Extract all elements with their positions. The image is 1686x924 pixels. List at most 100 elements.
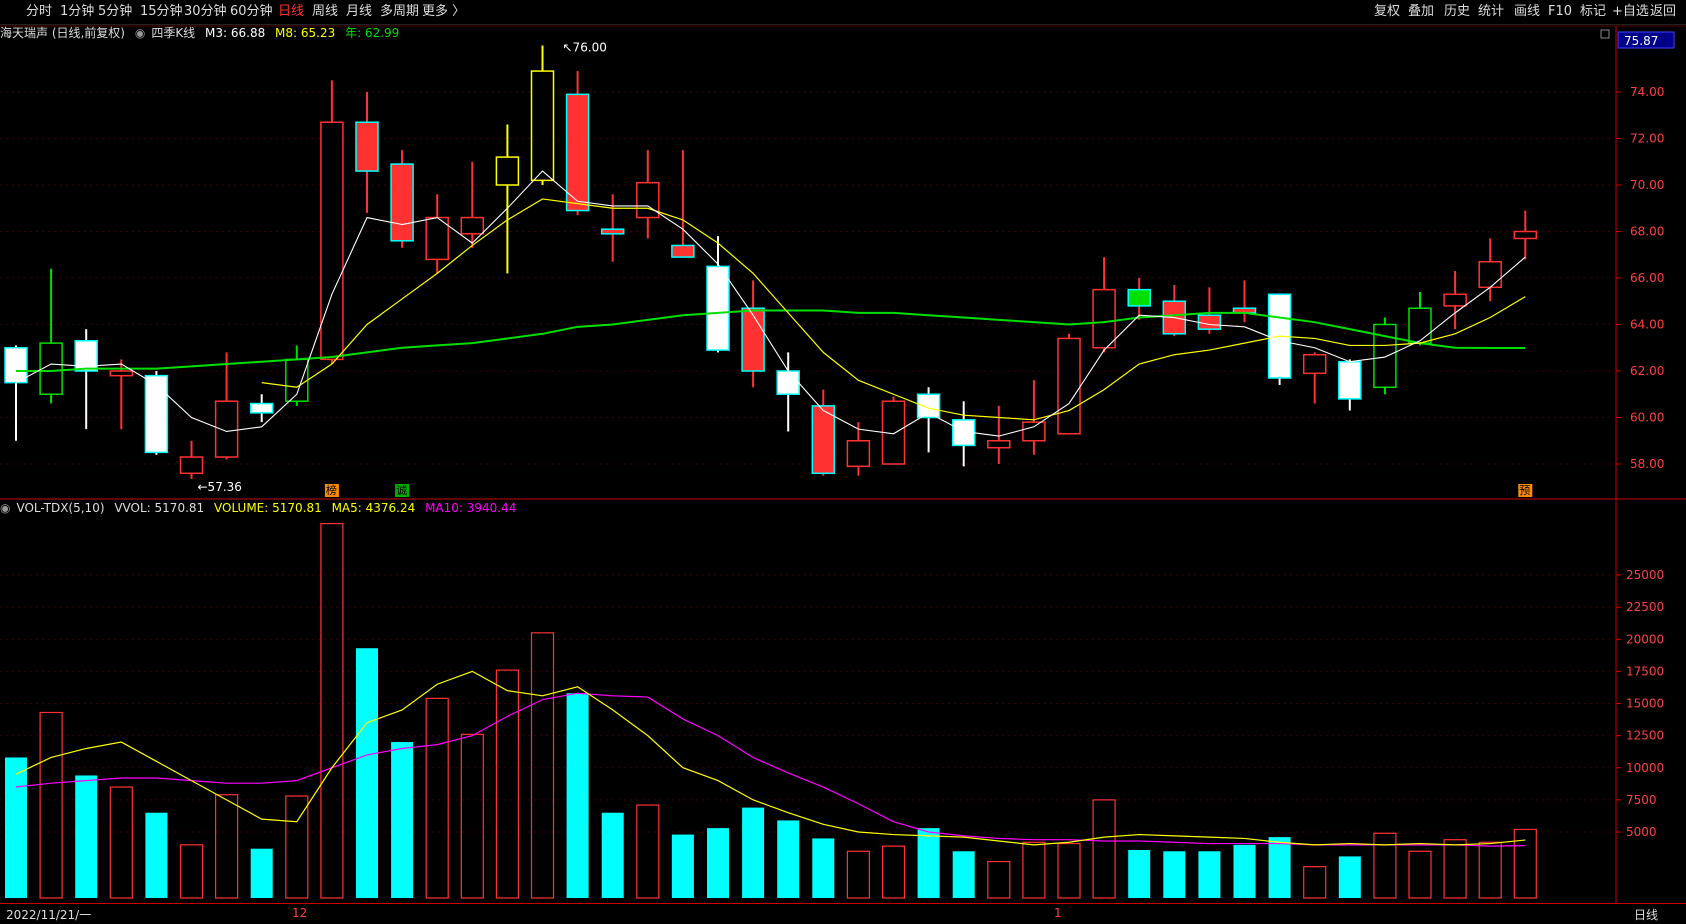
vol-ma10-line xyxy=(15,692,1526,847)
candle-body xyxy=(600,228,625,235)
candle-body xyxy=(636,181,660,219)
price-tick-label: 64.00 xyxy=(1630,318,1664,332)
vol-tick-label: 17500 xyxy=(1626,664,1664,678)
volume-bar xyxy=(1303,866,1327,899)
candle-body xyxy=(1092,288,1116,349)
candle-body xyxy=(4,347,28,384)
volume-bar xyxy=(846,850,871,899)
candle-body xyxy=(916,393,941,419)
candle-body xyxy=(1408,307,1432,344)
candle-body xyxy=(706,265,730,351)
vol-tick-label: 7500 xyxy=(1626,793,1657,807)
high-price-label: ↖76.00 xyxy=(563,41,607,55)
period-label[interactable]: 日线 xyxy=(1634,906,1658,923)
volume-bar xyxy=(671,834,694,898)
volume-bar xyxy=(5,757,27,898)
low-price-label: ←57.36 xyxy=(198,480,242,494)
candle-body xyxy=(355,121,379,172)
price-tick-label: 60.00 xyxy=(1630,411,1664,425)
kline-chart[interactable]: 74.00 72.00 70.00 68.00 66.00 64.00 62.00 60.00… xyxy=(0,0,1686,923)
volume-bar xyxy=(215,794,239,899)
vol-tick-label: 10000 xyxy=(1626,761,1664,775)
year-line xyxy=(16,309,1526,372)
volume-bar xyxy=(1268,837,1291,898)
candle-body xyxy=(565,93,590,212)
candle-body xyxy=(249,402,274,414)
volume-bar xyxy=(1022,841,1046,899)
price-tick-label: 58.00 xyxy=(1630,457,1664,471)
candle-body xyxy=(1127,288,1151,307)
vol-tick-label: 25000 xyxy=(1626,568,1664,582)
candle-body xyxy=(1022,421,1046,442)
volume-bar xyxy=(285,795,309,899)
candle-body xyxy=(1338,360,1362,400)
volume-bar xyxy=(917,828,940,898)
volume-bar xyxy=(425,697,449,899)
vol-tick-label: 15000 xyxy=(1626,697,1664,711)
volume-bar xyxy=(601,812,624,898)
start-date: 2022/11/21/一 xyxy=(6,908,92,922)
volume-bar xyxy=(391,742,414,898)
volume-bar xyxy=(812,838,835,898)
volume-bar xyxy=(179,844,204,899)
candle-body xyxy=(460,216,485,235)
candle-body xyxy=(1197,314,1222,330)
vol-tick-label: 22500 xyxy=(1626,600,1664,614)
event-marker-cheng: 诚 xyxy=(396,484,407,497)
ma3-line xyxy=(15,170,1526,437)
volume-bar xyxy=(952,851,975,898)
volume-bar xyxy=(530,632,555,899)
volume-bar xyxy=(566,693,589,898)
event-marker-bang: 榜 xyxy=(326,483,337,497)
volume-bar xyxy=(1443,839,1467,899)
candle-body xyxy=(1513,230,1538,240)
volume-bar xyxy=(707,828,729,898)
volume-bar xyxy=(250,848,273,898)
volume-bar xyxy=(1128,849,1151,898)
vol-tick-label: 12500 xyxy=(1626,729,1664,743)
price-tick-label: 68.00 xyxy=(1630,225,1664,239)
volume-bar xyxy=(1373,832,1397,899)
month-mark-jan: 1 xyxy=(1054,906,1062,920)
price-tick-label: 70.00 xyxy=(1630,178,1664,192)
candle-body xyxy=(530,70,555,182)
candle-body xyxy=(390,163,414,242)
price-tick-label: 74.00 xyxy=(1630,85,1664,99)
volume-bar xyxy=(39,711,63,899)
volume-bar xyxy=(1092,799,1116,899)
volume-bar xyxy=(1233,844,1256,898)
price-tick-label: 72.00 xyxy=(1630,132,1664,146)
candle-body xyxy=(179,456,204,475)
volume-bar xyxy=(1478,841,1502,899)
volume-bar xyxy=(987,860,1011,899)
volume-bar xyxy=(1163,851,1186,898)
volume-bar xyxy=(1408,850,1432,899)
month-mark-dec: 12 xyxy=(292,906,308,920)
candle-body xyxy=(811,405,836,475)
candle-body xyxy=(214,400,239,458)
candle-body xyxy=(144,374,169,454)
ma8-line xyxy=(261,198,1526,421)
vol-tick-label: 5000 xyxy=(1626,825,1657,839)
price-tick-label: 66.00 xyxy=(1630,271,1664,285)
volume-bar xyxy=(145,812,168,898)
volume-bar xyxy=(75,775,98,898)
candle-body xyxy=(776,370,800,395)
event-marker-yu: 预 xyxy=(1519,484,1530,497)
price-tick-label: 62.00 xyxy=(1630,364,1664,378)
candle-body xyxy=(1478,260,1502,289)
volume-bar xyxy=(881,845,906,899)
candle-body xyxy=(1057,337,1081,435)
candle-body xyxy=(495,156,520,186)
volume-bar xyxy=(356,648,378,898)
volume-bar xyxy=(1513,828,1537,899)
volume-bar xyxy=(320,522,344,899)
volume-bar xyxy=(460,733,484,899)
vol-ma5-line xyxy=(15,670,1526,846)
candle-body xyxy=(109,370,134,377)
volume-bar xyxy=(1338,856,1361,898)
volume-bar xyxy=(636,804,660,899)
candle-body xyxy=(987,440,1011,449)
candle-body xyxy=(741,307,765,372)
volume-bar xyxy=(495,669,519,899)
